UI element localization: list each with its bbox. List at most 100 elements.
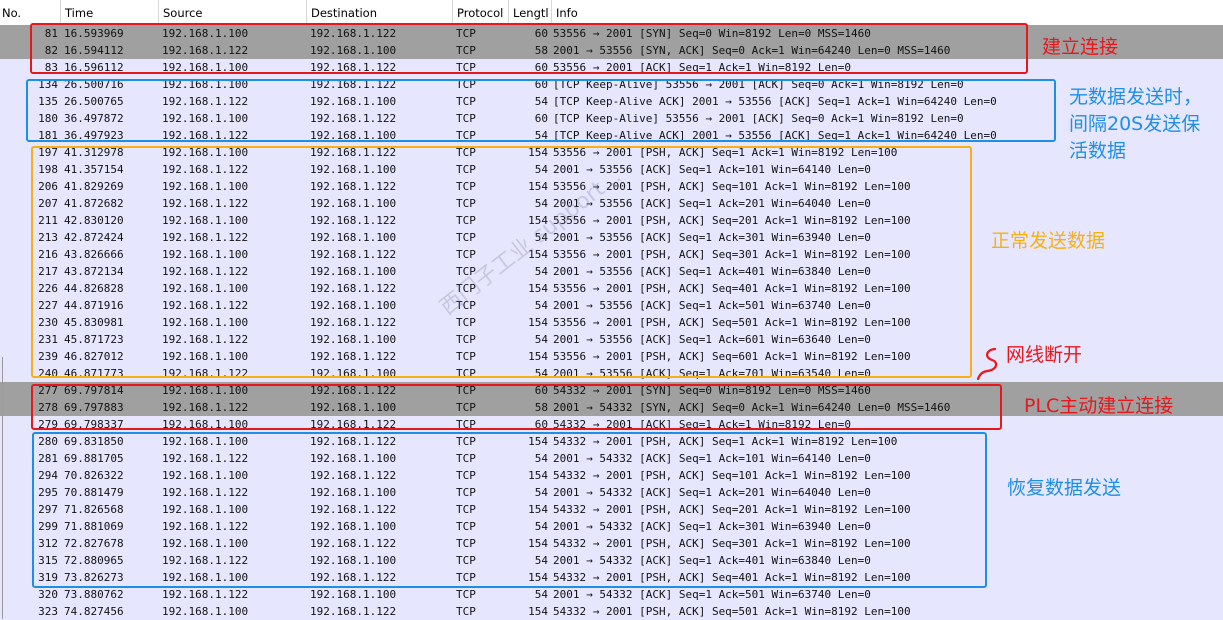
- packet-cell-destination: 192.168.1.122: [310, 146, 397, 159]
- packet-row[interactable]: 180 36.497872 192.168.1.100 192.168.1.122 TC…: [0, 110, 1223, 127]
- packet-row[interactable]: 280 69.831850 192.168.1.100 192.168.1.122 TC…: [0, 433, 1223, 450]
- packet-cell-time: 41.357154: [64, 163, 124, 176]
- packet-cell-info: 53556 → 2001 [PSH, ACK] Seq=301 Ack=1 Wi…: [553, 248, 911, 261]
- packet-cell-time: 71.826568: [64, 503, 124, 516]
- packet-cell-length: 54: [534, 299, 548, 312]
- packet-cell-no: 82: [44, 44, 58, 57]
- packet-cell-protocol: TCP: [456, 333, 476, 346]
- packet-row[interactable]: 211 42.830120 192.168.1.100 192.168.1.122 TC…: [0, 212, 1223, 229]
- packet-row[interactable]: 299 71.881069 192.168.1.122 192.168.1.100 TC…: [0, 518, 1223, 535]
- packet-cell-protocol: TCP: [456, 469, 476, 482]
- packet-cell-length: 58: [534, 401, 548, 414]
- packet-cell-source: 192.168.1.122: [162, 401, 249, 414]
- packet-row[interactable]: 315 72.880965 192.168.1.122 192.168.1.100 TC…: [0, 552, 1223, 569]
- packet-row[interactable]: 281 69.881705 192.168.1.122 192.168.1.100 TC…: [0, 450, 1223, 467]
- packet-row[interactable]: 230 45.830981 192.168.1.100 192.168.1.122 TC…: [0, 314, 1223, 331]
- packet-cell-length: 54: [534, 367, 548, 380]
- packet-cell-no: 198: [38, 163, 58, 176]
- packet-cell-destination: 192.168.1.122: [310, 214, 397, 227]
- packet-cell-info: 53556 → 2001 [PSH, ACK] Seq=501 Ack=1 Wi…: [553, 316, 911, 329]
- packet-row[interactable]: 297 71.826568 192.168.1.100 192.168.1.122 TC…: [0, 501, 1223, 518]
- packet-cell-time: 44.871916: [64, 299, 124, 312]
- packet-row[interactable]: 82 16.594112 192.168.1.122 192.168.1.100 TCP…: [0, 42, 1223, 59]
- packet-cell-info: 2001 → 53556 [ACK] Seq=1 Ack=201 Win=640…: [553, 197, 871, 210]
- packet-cell-destination: 192.168.1.122: [310, 571, 397, 584]
- packet-cell-info: 54332 → 2001 [PSH, ACK] Seq=301 Ack=1 Wi…: [553, 537, 911, 550]
- packet-cell-destination: 192.168.1.100: [310, 163, 397, 176]
- packet-cell-destination: 192.168.1.100: [310, 44, 397, 57]
- packet-cell-source: 192.168.1.122: [162, 520, 249, 533]
- packet-cell-source: 192.168.1.100: [162, 61, 249, 74]
- packet-cell-destination: 192.168.1.122: [310, 282, 397, 295]
- packet-cell-time: 44.826828: [64, 282, 124, 295]
- packet-cell-time: 42.872424: [64, 231, 124, 244]
- packet-cell-info: 54332 → 2001 [PSH, ACK] Seq=1 Ack=1 Win=…: [553, 435, 898, 448]
- packet-row[interactable]: 227 44.871916 192.168.1.122 192.168.1.100 TC…: [0, 297, 1223, 314]
- packet-cell-time: 16.593969: [64, 27, 124, 40]
- packet-cell-info: 2001 → 53556 [ACK] Seq=1 Ack=301 Win=639…: [553, 231, 871, 244]
- packet-row[interactable]: 319 73.826273 192.168.1.100 192.168.1.122 TC…: [0, 569, 1223, 586]
- packet-cell-time: 73.880762: [64, 588, 124, 601]
- conversation-bracket: [2, 357, 17, 619]
- packet-cell-info: 53556 → 2001 [PSH, ACK] Seq=401 Ack=1 Wi…: [553, 282, 911, 295]
- packet-cell-time: 41.312978: [64, 146, 124, 159]
- packet-cell-time: 16.594112: [64, 44, 124, 57]
- packet-cell-source: 192.168.1.122: [162, 265, 249, 278]
- column-header-time[interactable]: Time: [60, 0, 158, 25]
- packet-cell-info: 2001 → 53556 [ACK] Seq=1 Ack=701 Win=635…: [553, 367, 871, 380]
- packet-cell-destination: 192.168.1.122: [310, 78, 397, 91]
- packet-cell-no: 206: [38, 180, 58, 193]
- packet-row[interactable]: 135 26.500765 192.168.1.122 192.168.1.100 TC…: [0, 93, 1223, 110]
- packet-row[interactable]: 323 74.827456 192.168.1.100 192.168.1.122 TC…: [0, 603, 1223, 620]
- packet-cell-info: 2001 → 53556 [ACK] Seq=1 Ack=601 Win=636…: [553, 333, 871, 346]
- annotation-keepalive-2: 间隔20S发送保: [1069, 113, 1201, 135]
- packet-cell-source: 192.168.1.100: [162, 384, 249, 397]
- packet-cell-destination: 192.168.1.100: [310, 588, 397, 601]
- packet-cell-destination: 192.168.1.100: [310, 197, 397, 210]
- packet-cell-source: 192.168.1.100: [162, 469, 249, 482]
- packet-row[interactable]: 320 73.880762 192.168.1.122 192.168.1.100 TC…: [0, 586, 1223, 603]
- cable-break-squiggle-icon: [976, 347, 998, 381]
- packet-cell-protocol: TCP: [456, 197, 476, 210]
- packet-row[interactable]: 217 43.872134 192.168.1.122 192.168.1.100 TC…: [0, 263, 1223, 280]
- packet-cell-time: 69.831850: [64, 435, 124, 448]
- annotation-cable-break: 网线断开: [1006, 344, 1083, 366]
- column-header-length[interactable]: Lengtl: [508, 0, 551, 25]
- column-header-protocol[interactable]: Protocol: [452, 0, 508, 25]
- packet-cell-no: 181: [38, 129, 58, 142]
- packet-cell-source: 192.168.1.122: [162, 299, 249, 312]
- packet-row[interactable]: 83 16.596112 192.168.1.100 192.168.1.122 TCP…: [0, 59, 1223, 76]
- packet-row[interactable]: 197 41.312978 192.168.1.100 192.168.1.122 TC…: [0, 144, 1223, 161]
- packet-cell-no: 217: [38, 265, 58, 278]
- packet-cell-time: 41.829269: [64, 180, 124, 193]
- packet-cell-length: 154: [528, 316, 548, 329]
- packet-cell-destination: 192.168.1.122: [310, 350, 397, 363]
- packet-cell-info: 53556 → 2001 [PSH, ACK] Seq=101 Ack=1 Wi…: [553, 180, 911, 193]
- packet-cell-length: 60: [534, 418, 548, 431]
- packet-cell-info: 2001 → 54332 [ACK] Seq=1 Ack=301 Win=639…: [553, 520, 871, 533]
- packet-cell-no: 197: [38, 146, 58, 159]
- column-header-source[interactable]: Source: [158, 0, 306, 25]
- packet-cell-length: 54: [534, 520, 548, 533]
- packet-cell-source: 192.168.1.122: [162, 44, 249, 57]
- packet-cell-length: 154: [528, 503, 548, 516]
- packet-row[interactable]: 312 72.827678 192.168.1.100 192.168.1.122 TC…: [0, 535, 1223, 552]
- packet-cell-destination: 192.168.1.122: [310, 112, 397, 125]
- packet-row[interactable]: 226 44.826828 192.168.1.100 192.168.1.122 TC…: [0, 280, 1223, 297]
- column-header-destination[interactable]: Destination: [306, 0, 452, 25]
- packet-cell-source: 192.168.1.122: [162, 554, 249, 567]
- packet-cell-info: 2001 → 54332 [ACK] Seq=1 Ack=201 Win=640…: [553, 486, 871, 499]
- packet-row[interactable]: 81 16.593969 192.168.1.100 192.168.1.122 TCP…: [0, 25, 1223, 42]
- column-header-no[interactable]: No.: [0, 0, 60, 25]
- packet-cell-length: 60: [534, 384, 548, 397]
- packet-cell-protocol: TCP: [456, 214, 476, 227]
- packet-row[interactable]: 134 26.500716 192.168.1.100 192.168.1.122 TC…: [0, 76, 1223, 93]
- column-header-info[interactable]: Info: [551, 0, 1223, 25]
- packet-cell-protocol: TCP: [456, 61, 476, 74]
- packet-cell-info: 2001 → 54332 [ACK] Seq=1 Ack=101 Win=641…: [553, 452, 871, 465]
- packet-cell-info: 2001 → 53556 [ACK] Seq=1 Ack=501 Win=637…: [553, 299, 871, 312]
- packet-cell-source: 192.168.1.100: [162, 418, 249, 431]
- packet-cell-time: 70.881479: [64, 486, 124, 499]
- packet-row[interactable]: 181 36.497923 192.168.1.122 192.168.1.100 TC…: [0, 127, 1223, 144]
- packet-cell-protocol: TCP: [456, 503, 476, 516]
